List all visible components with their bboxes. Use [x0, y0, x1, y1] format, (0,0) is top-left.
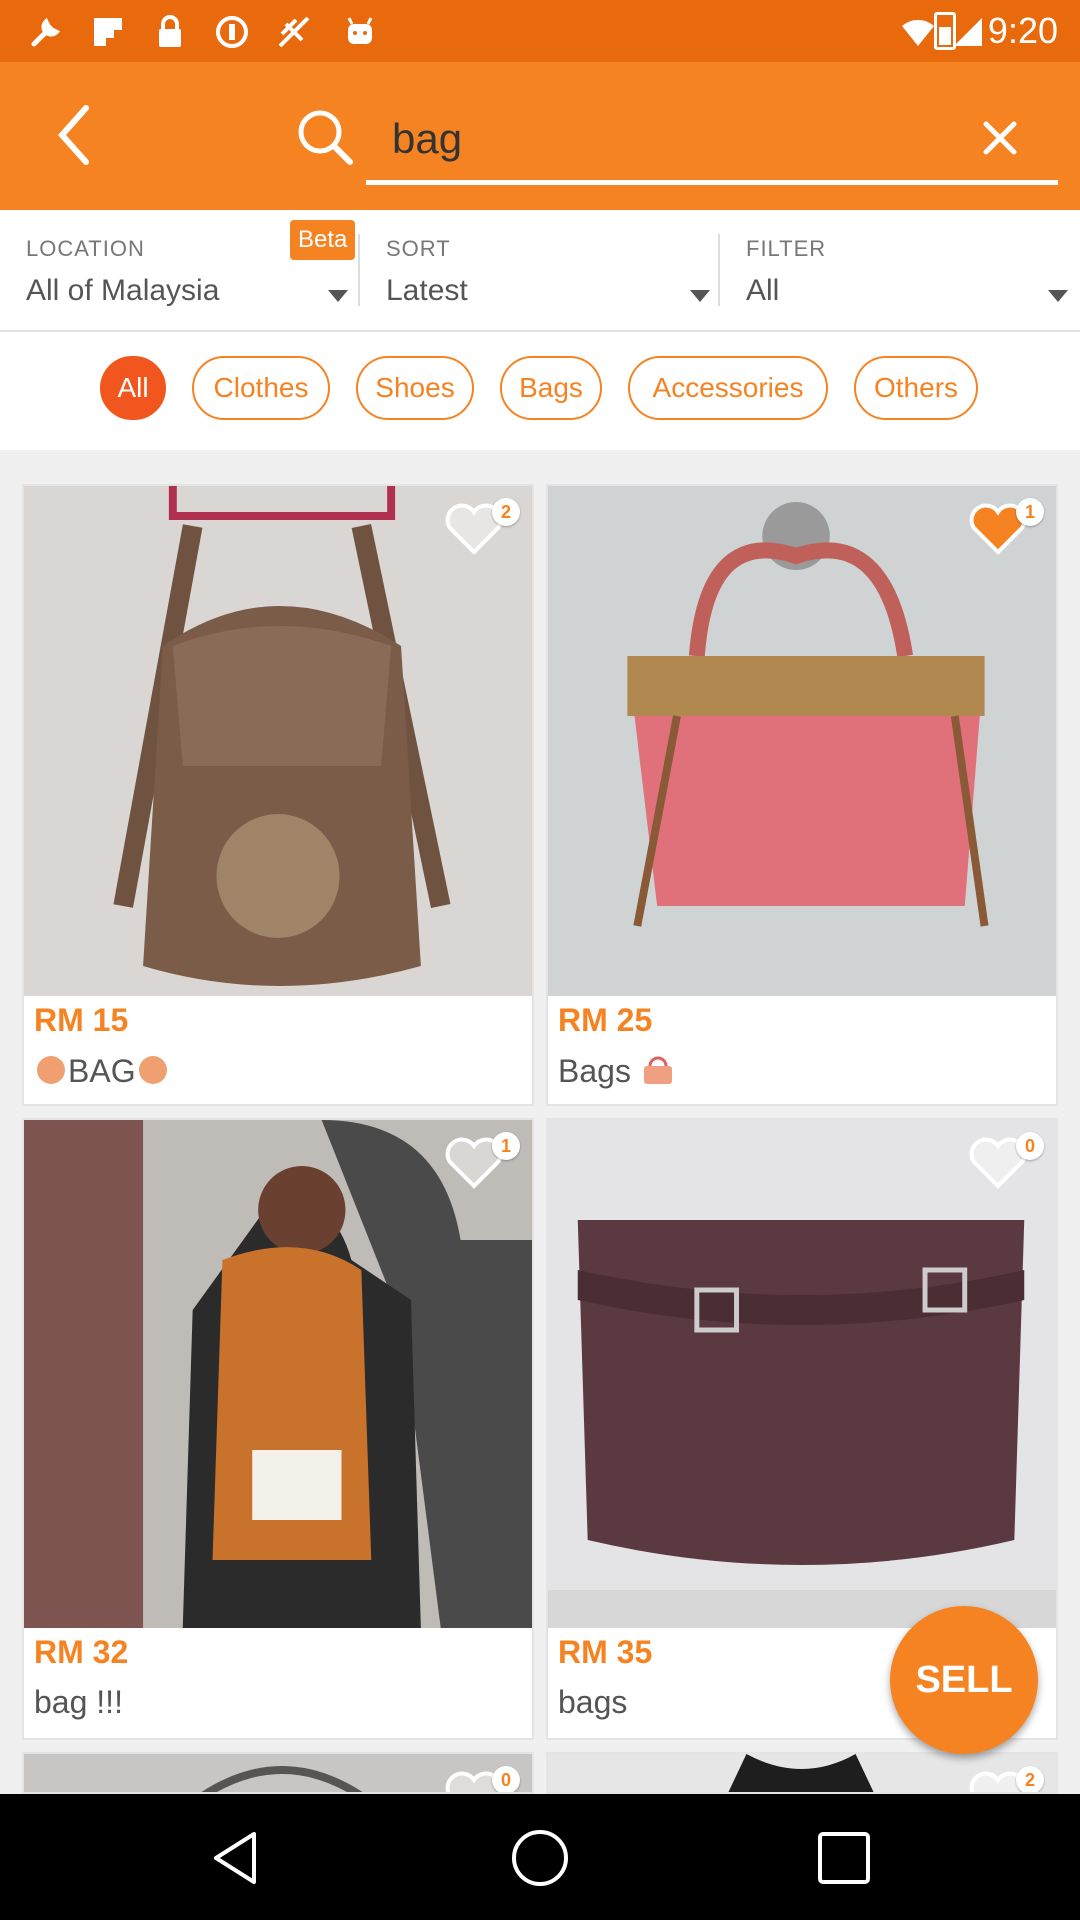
like-count: 0: [1016, 1132, 1044, 1160]
location-label: LOCATION: [26, 236, 145, 261]
sort-dropdown[interactable]: SORT Latest: [360, 210, 718, 330]
listing-title: bags: [558, 1684, 628, 1720]
search-input[interactable]: [390, 108, 954, 170]
chip-bags[interactable]: Bags: [500, 356, 602, 420]
navigation-bar: [0, 1794, 1080, 1920]
location-dropdown[interactable]: LOCATION Beta All of Malaysia: [0, 210, 358, 330]
filter-dropdown[interactable]: FILTER All: [720, 210, 1080, 330]
chevron-down-icon: [1048, 290, 1068, 302]
wrench-icon: [31, 17, 61, 47]
chip-all[interactable]: All: [100, 356, 166, 420]
location-value: All of Malaysia: [26, 274, 220, 307]
product-image: [548, 486, 1056, 996]
product-image: [24, 486, 532, 996]
chevron-down-icon: [690, 290, 710, 302]
close-icon[interactable]: [972, 110, 1028, 166]
listing-card[interactable]: 1 RM 25 Bags: [546, 484, 1058, 1106]
listing-price: RM 35: [558, 1634, 653, 1670]
sort-label: SORT: [386, 236, 451, 261]
bag-emoji-icon: [37, 1056, 65, 1084]
handbag-emoji-icon: [643, 1056, 672, 1084]
circle-info-icon: [216, 16, 248, 48]
wifi-icon: [902, 19, 934, 46]
product-image: [24, 1120, 532, 1628]
like-count: 0: [492, 1766, 520, 1792]
sell-button[interactable]: SELL: [890, 1606, 1038, 1754]
back-nav-icon[interactable]: [204, 1826, 268, 1890]
search-icon: [298, 110, 353, 165]
beta-badge: Beta: [290, 220, 356, 260]
listing-title-text: BAG: [68, 1053, 136, 1089]
listing-price: RM 25: [558, 1002, 653, 1038]
listing-card[interactable]: 0: [22, 1752, 534, 1794]
android-icon: [347, 17, 373, 44]
listing-title: Bags: [558, 1052, 676, 1090]
bag-emoji-icon: [138, 1056, 167, 1084]
search-field: [366, 98, 1058, 185]
fake-gps-icon: [278, 16, 310, 48]
battery-icon: [934, 12, 956, 50]
like-count: 2: [1016, 1766, 1044, 1792]
listing-price: RM 15: [34, 1002, 129, 1038]
like-count: 2: [492, 498, 520, 526]
category-chips: All Clothes Shoes Bags Accessories Other…: [0, 332, 1080, 450]
product-image: [548, 1120, 1056, 1628]
listing-price: RM 32: [34, 1634, 129, 1670]
chip-others[interactable]: Others: [854, 356, 978, 420]
app-bar: [0, 62, 1080, 210]
listing-title: BAG: [34, 1052, 170, 1090]
like-count: 1: [492, 1132, 520, 1160]
like-count: 1: [1016, 498, 1044, 526]
status-bar: 9:20: [0, 0, 1080, 62]
filter-label: FILTER: [746, 236, 827, 261]
clock: 9:20: [987, 10, 1058, 51]
sort-value: Latest: [386, 274, 468, 307]
listing-card[interactable]: 1 RM 32 bag !!!: [22, 1118, 534, 1740]
listing-card[interactable]: 2: [546, 1752, 1058, 1794]
filter-value: All: [746, 274, 780, 307]
chip-shoes[interactable]: Shoes: [356, 356, 474, 420]
back-arrow-icon[interactable]: [50, 100, 100, 170]
listing-title-text: Bags: [558, 1053, 631, 1089]
chevron-down-icon: [328, 290, 348, 302]
recents-nav-icon[interactable]: [812, 1826, 876, 1890]
chip-clothes[interactable]: Clothes: [192, 356, 330, 420]
home-nav-icon[interactable]: [508, 1826, 572, 1890]
listing-card[interactable]: 2 RM 15 BAG: [22, 484, 534, 1106]
flipboard-icon: [94, 18, 122, 46]
chip-accessories[interactable]: Accessories: [628, 356, 828, 420]
listing-title: bag !!!: [34, 1684, 123, 1720]
lock-icon: [159, 15, 181, 47]
filter-bar: LOCATION Beta All of Malaysia SORT Lates…: [0, 210, 1080, 332]
